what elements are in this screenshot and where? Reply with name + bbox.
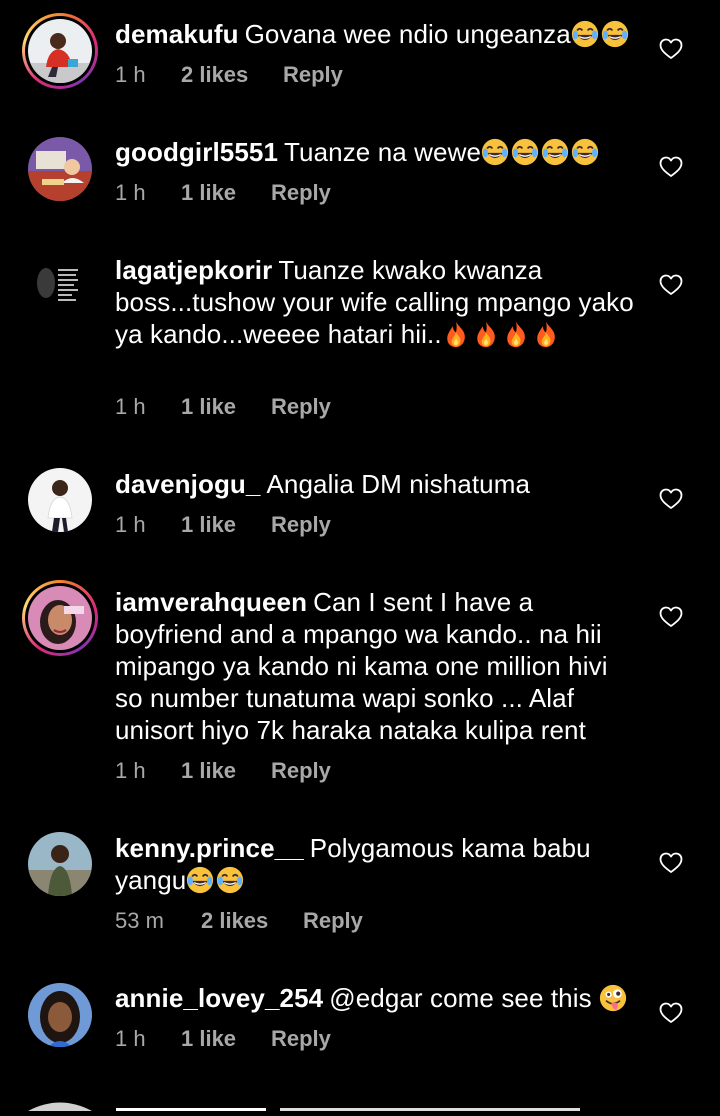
comment-likes[interactable]: 1 like [181,392,236,422]
comment-likes[interactable]: 1 like [181,1024,236,1054]
fire-emoji [472,320,500,348]
comment-time[interactable]: 1 h [115,178,146,208]
comment-username[interactable]: kenny.prince__ [115,833,304,863]
reply-button[interactable]: Reply [271,756,331,786]
comment-text: kenny.prince__ Polygamous kama babu yangu [115,832,635,896]
face-with-tears-of-joy-emoji [571,20,599,48]
avatar-image [28,468,92,532]
avatar-image [28,586,92,650]
heart-outline-icon[interactable] [659,274,683,296]
comment-time[interactable]: 53 m [115,906,164,936]
comment-time[interactable]: 1 h [115,1024,146,1054]
comment-username[interactable]: lagatjepkorir [115,255,272,285]
avatar[interactable] [22,826,98,902]
heart-outline-icon[interactable] [659,1002,683,1024]
face-with-tears-of-joy-emoji [571,138,599,166]
comment-text: annie_lovey_254 @edgar come see this [115,982,635,1014]
comment-username[interactable]: iamverahqueen [115,587,307,617]
comment-username[interactable]: annie_lovey_254 [115,983,323,1013]
fire-emoji [502,320,530,348]
avatar-image [28,983,92,1047]
heart-outline-icon[interactable] [659,606,683,628]
comment-text: goodgirl5551 Tuanze na wewe [115,136,635,168]
avatar[interactable] [22,13,98,89]
reply-button[interactable]: Reply [271,178,331,208]
comment-text: demakufu Govana wee ndio ungeanza [115,18,635,50]
comment-likes[interactable]: 1 like [181,178,236,208]
avatar-image [28,137,92,201]
comment-username[interactable]: goodgirl5551 [115,137,278,167]
face-with-tears-of-joy-emoji [601,20,629,48]
comment-likes[interactable]: 1 like [181,756,236,786]
fire-emoji [532,320,560,348]
comment-body: Angalia DM nishatuma [266,469,531,499]
face-with-tears-of-joy-emoji [216,866,244,894]
comment-text: iamverahqueen Can I sent I have a boyfrie… [115,586,635,746]
avatar-image [28,19,92,83]
avatar[interactable] [22,462,98,538]
face-with-tears-of-joy-emoji [481,138,509,166]
face-with-tears-of-joy-emoji [541,138,569,166]
avatar-image [28,832,92,896]
reply-button[interactable]: Reply [271,1024,331,1054]
fire-emoji [442,320,470,348]
comment-likes[interactable]: 2 likes [201,906,268,936]
comment-body: Tuanze na wewe [284,137,482,167]
avatar[interactable] [22,580,98,656]
winking-face-with-tongue-emoji [599,984,627,1012]
face-with-tears-of-joy-emoji [186,866,214,894]
heart-outline-icon[interactable] [659,852,683,874]
comment-body: @edgar come see this [329,983,592,1013]
heart-outline-icon[interactable] [659,488,683,510]
reply-button[interactable]: Reply [271,392,331,422]
face-with-tears-of-joy-emoji [511,138,539,166]
next-comment-partial [0,1098,720,1111]
comment-body: Govana wee ndio ungeanza [244,19,571,49]
comment-username[interactable]: davenjogu_ [115,469,260,499]
comment-text: davenjogu_ Angalia DM nishatuma [115,468,635,500]
avatar[interactable] [22,977,98,1053]
comment-time[interactable]: 1 h [115,392,146,422]
avatar[interactable] [22,131,98,207]
comment-time[interactable]: 1 h [115,756,146,786]
avatar[interactable] [22,249,98,325]
heart-outline-icon[interactable] [659,156,683,178]
comment-time[interactable]: 1 h [115,60,146,90]
comment-likes[interactable]: 2 likes [181,60,248,90]
comment-likes[interactable]: 1 like [181,510,236,540]
comment-text: lagatjepkorir Tuanze kwako kwanza boss...… [115,254,635,350]
reply-button[interactable]: Reply [283,60,343,90]
reply-button[interactable]: Reply [271,510,331,540]
reply-button[interactable]: Reply [303,906,363,936]
heart-outline-icon[interactable] [659,38,683,60]
avatar-image [34,261,84,311]
comment-time[interactable]: 1 h [115,510,146,540]
comment-username[interactable]: demakufu [115,19,239,49]
